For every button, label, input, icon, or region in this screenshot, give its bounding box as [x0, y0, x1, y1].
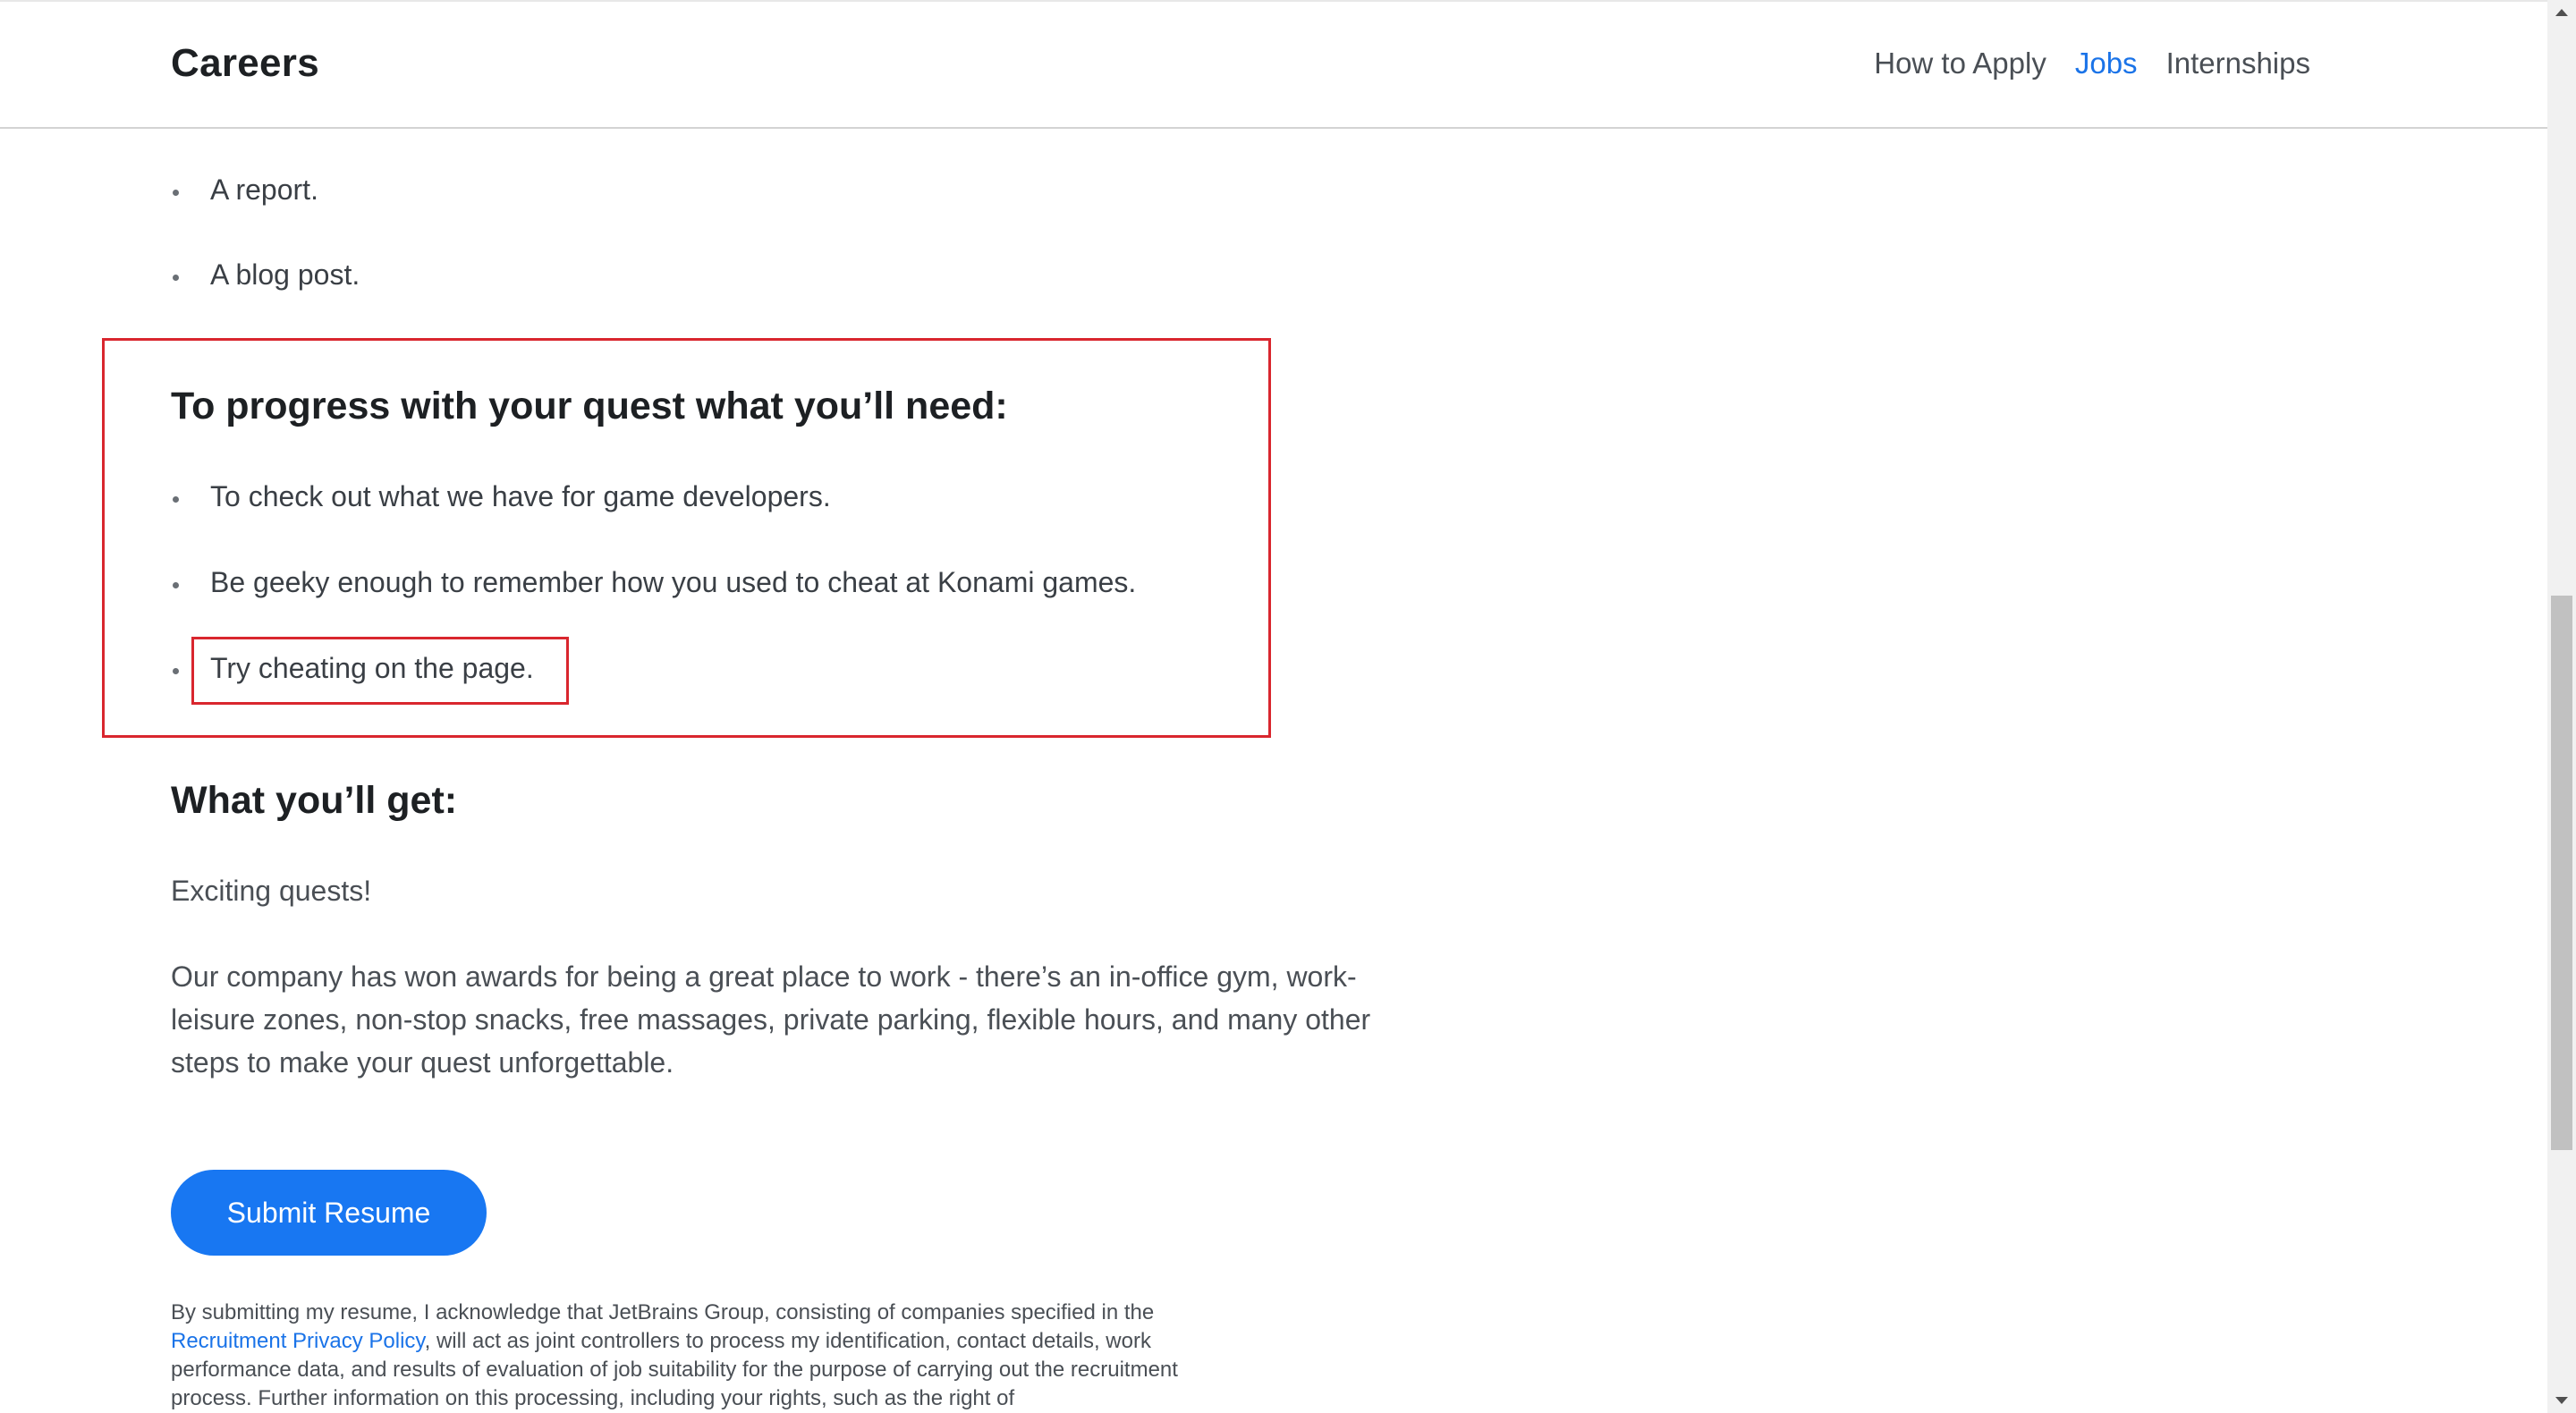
bullet-icon: [173, 582, 179, 588]
scroll-up-arrow-icon[interactable]: [2555, 9, 2568, 16]
bullet-icon: [173, 275, 179, 281]
bullet-icon: [173, 190, 179, 196]
scrollbar-thumb[interactable]: [2551, 596, 2572, 1150]
item-highlight-box: [191, 637, 569, 705]
bullet-icon: [173, 668, 179, 674]
list-item-text: A report.: [210, 173, 318, 206]
nav-jobs[interactable]: Jobs: [2075, 47, 2138, 80]
scroll-down-arrow-icon[interactable]: [2555, 1397, 2568, 1404]
bullet-icon: [173, 496, 179, 503]
legal-text-before: By submitting my resume, I acknowledge t…: [171, 1300, 1155, 1324]
list-item-text: Be geeky enough to remember how you used…: [210, 566, 1137, 598]
get-description-text: Our company has won awards for being a g…: [171, 960, 1371, 1079]
submit-resume-button[interactable]: Submit Resume: [171, 1170, 487, 1256]
legal-notice: By submitting my resume, I acknowledge t…: [171, 1299, 1262, 1413]
top-navbar: Careers How to Apply Jobs Internships: [0, 0, 2547, 129]
brand-title[interactable]: Careers: [171, 41, 319, 86]
list-item-text: A blog post.: [210, 258, 360, 291]
list-item-text: To check out what we have for game devel…: [210, 480, 831, 512]
need-heading: To progress with your quest what you’ll …: [171, 385, 1008, 427]
recruitment-privacy-policy-link[interactable]: Recruitment Privacy Policy: [171, 1329, 425, 1353]
nav-internships[interactable]: Internships: [2166, 47, 2310, 80]
get-heading: What you’ll get:: [171, 779, 458, 822]
get-intro-text: Exciting quests!: [171, 875, 372, 907]
vertical-scrollbar[interactable]: [2547, 0, 2576, 1413]
nav-how-to-apply[interactable]: How to Apply: [1874, 47, 2046, 80]
main-nav: How to Apply Jobs Internships: [1874, 47, 2310, 80]
